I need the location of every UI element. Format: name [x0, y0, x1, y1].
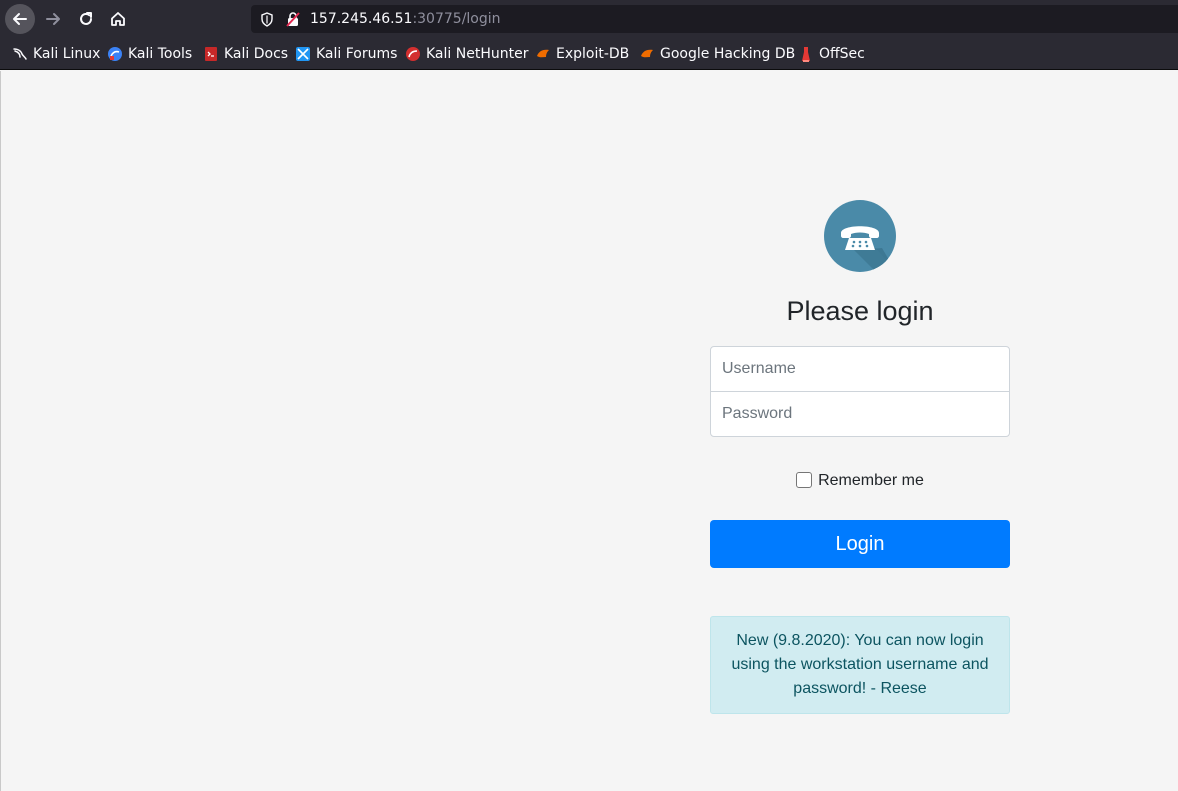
remember-me-checkbox[interactable]: [796, 472, 813, 488]
bookmark-label: Google Hacking DB: [660, 46, 796, 62]
ghdb-icon: [641, 49, 653, 58]
page-title: Please login: [786, 296, 934, 326]
tracking-shield-icon[interactable]: [260, 12, 274, 27]
login-button[interactable]: Login: [710, 520, 1010, 568]
notice-alert: New (9.8.2020): You can now login using …: [710, 616, 1010, 714]
bookmark-kali-forums[interactable]: Kali Forums: [295, 38, 397, 70]
forward-button[interactable]: [38, 4, 68, 34]
bookmarks-toolbar: Kali Linux Kali Tools Kali Docs Kali For…: [0, 38, 1178, 70]
kali-forums-icon: [296, 47, 310, 61]
url-path: :30775/login: [412, 11, 501, 27]
arrow-left-icon: [13, 13, 27, 25]
remember-me-row: Remember me: [710, 472, 1010, 490]
home-button[interactable]: [103, 4, 133, 34]
remember-me-label[interactable]: Remember me: [818, 472, 924, 490]
bookmark-offsec[interactable]: OffSec: [798, 38, 865, 70]
kali-tools-icon: [108, 47, 122, 61]
bookmark-exploit-db[interactable]: Exploit-DB: [535, 38, 629, 70]
app-logo: [824, 200, 896, 272]
url-host: 157.245.46.51: [310, 11, 413, 27]
url-bar[interactable]: 157.245.46.51:30775/login: [251, 5, 1178, 33]
bookmark-label: Kali NetHunter: [426, 46, 529, 62]
exploit-db-icon: [537, 49, 549, 58]
bookmark-kali-linux[interactable]: Kali Linux: [12, 38, 100, 70]
back-button[interactable]: [5, 4, 35, 34]
bookmark-kali-tools[interactable]: Kali Tools: [107, 38, 192, 70]
bookmark-label: Kali Docs: [224, 46, 289, 62]
username-input[interactable]: [710, 346, 1010, 392]
bookmark-label: Kali Tools: [128, 46, 193, 62]
bookmark-kali-nethunter[interactable]: Kali NetHunter: [405, 38, 528, 70]
bookmark-label: OffSec: [819, 46, 865, 62]
home-icon: [111, 12, 125, 26]
reload-button[interactable]: [71, 4, 101, 34]
telephone-icon: [841, 226, 896, 272]
bookmark-google-hacking-db[interactable]: Google Hacking DB: [639, 38, 795, 70]
password-input[interactable]: [710, 391, 1010, 437]
bookmark-label: Exploit-DB: [556, 46, 630, 62]
kali-docs-icon: [205, 47, 217, 61]
bookmark-label: Kali Linux: [33, 46, 101, 62]
url-text[interactable]: 157.245.46.51:30775/login: [310, 5, 501, 33]
insecure-lock-icon[interactable]: [286, 11, 300, 27]
offsec-icon: [802, 47, 810, 62]
bookmark-label: Kali Forums: [316, 46, 398, 62]
reload-icon: [80, 12, 92, 25]
browser-toolbar: 157.245.46.51:30775/login: [0, 0, 1178, 38]
kali-nethunter-icon: [406, 47, 420, 61]
arrow-right-icon: [46, 13, 60, 25]
kali-dragon-icon: [13, 48, 27, 60]
bookmark-kali-docs[interactable]: Kali Docs: [203, 38, 288, 70]
